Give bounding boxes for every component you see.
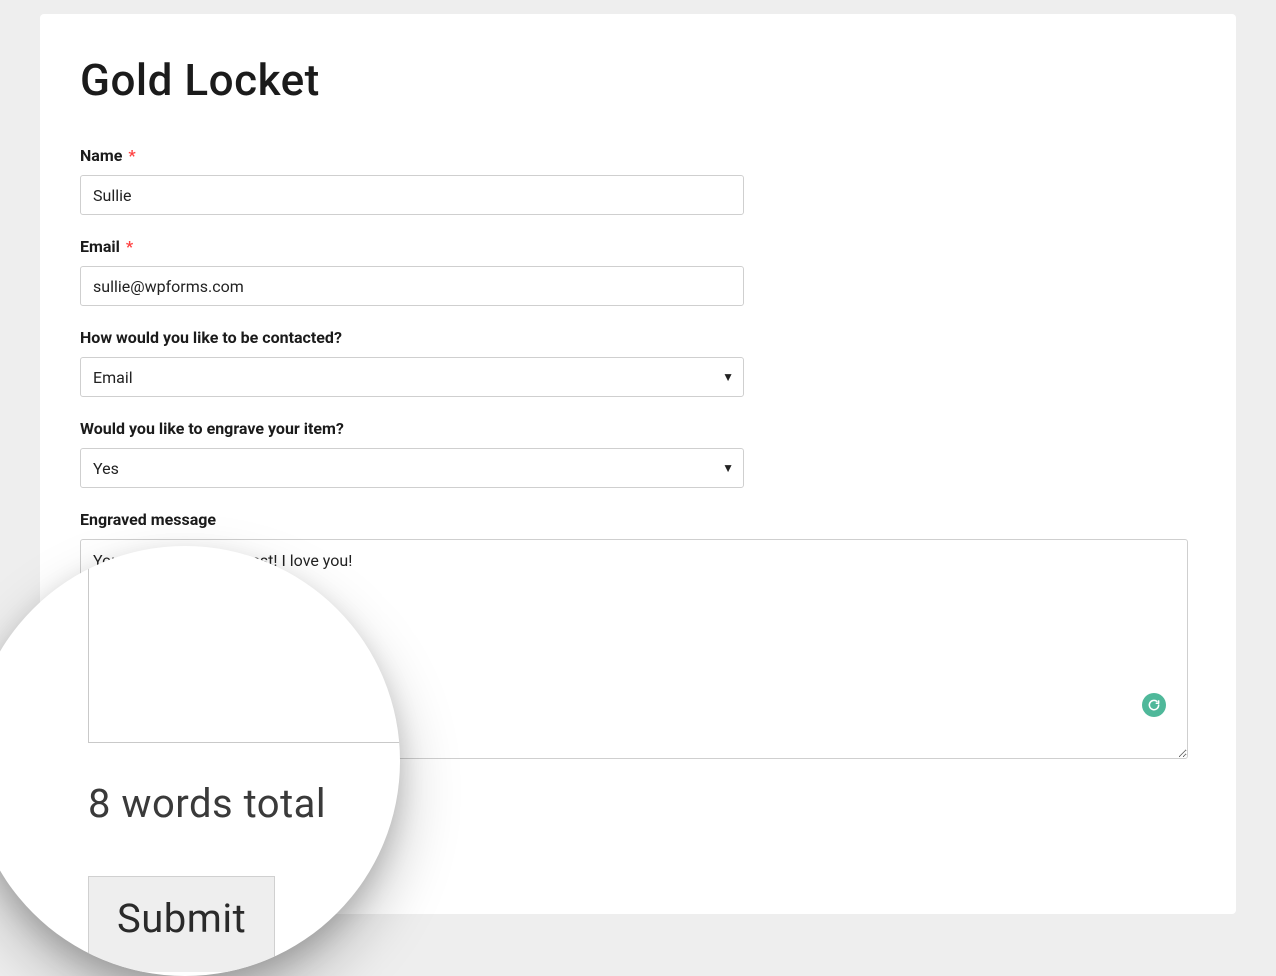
field-name: Name *	[80, 146, 1196, 215]
engrave-select-wrap: Yes ▼	[80, 448, 744, 488]
engraved-message-label: Engraved message	[80, 510, 1196, 529]
email-label: Email *	[80, 237, 1196, 256]
magnified-textarea-bottom-border	[88, 742, 400, 743]
grammarly-icon[interactable]	[1142, 693, 1166, 717]
contact-method-label: How would you like to be contacted?	[80, 328, 1196, 347]
name-label-text: Name	[80, 146, 122, 165]
contact-method-select-wrap: Email ▼	[80, 357, 744, 397]
name-label: Name *	[80, 146, 1196, 165]
submit-button[interactable]: Submit	[88, 876, 275, 972]
required-marker: *	[126, 237, 133, 256]
magnifier-content: 8 words total Submit	[0, 546, 400, 976]
magnifier-overlay: 8 words total Submit	[0, 546, 400, 976]
magnified-textarea-left-border	[88, 546, 89, 742]
page-title: Gold Locket	[80, 54, 1196, 106]
name-input[interactable]	[80, 175, 744, 215]
email-input[interactable]	[80, 266, 744, 306]
field-contact-method: How would you like to be contacted? Emai…	[80, 328, 1196, 397]
required-marker: *	[128, 146, 135, 165]
engrave-select[interactable]: Yes	[80, 448, 744, 488]
word-count-text: 8 words total	[88, 780, 326, 827]
field-email: Email *	[80, 237, 1196, 306]
email-label-text: Email	[80, 237, 120, 256]
contact-method-select[interactable]: Email	[80, 357, 744, 397]
field-engrave: Would you like to engrave your item? Yes…	[80, 419, 1196, 488]
engrave-label: Would you like to engrave your item?	[80, 419, 1196, 438]
